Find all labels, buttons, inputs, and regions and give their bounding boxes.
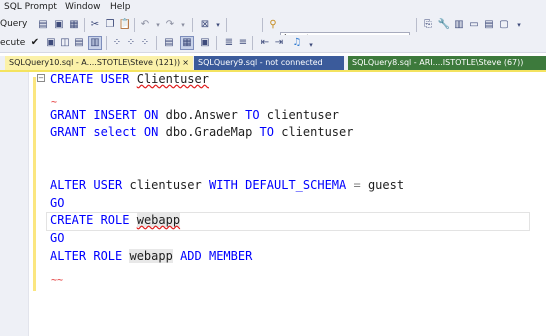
toolbar-separator: [134, 18, 135, 32]
object-name: dbo.Answer: [165, 108, 238, 122]
user-name: clientuser: [281, 125, 354, 139]
editor-margin: [0, 72, 29, 336]
tab-sqlquery10[interactable]: SQLQuery10.sql - A....STOTLE\Steve (121)…: [5, 56, 193, 70]
toolbar-separator: [262, 18, 263, 32]
parse-icon[interactable]: ◫: [58, 36, 72, 50]
toolbar-separator: [252, 36, 253, 50]
include-plan-icon[interactable]: ⁘: [110, 36, 124, 50]
paste-icon[interactable]: 📋: [118, 18, 132, 32]
user-name: clientuser: [266, 108, 340, 122]
document-tabs: SQLQuery10.sql - A....STOTLE\Steve (121)…: [0, 56, 546, 70]
operator: =: [353, 178, 361, 192]
sql-editor[interactable]: − CREATE USER Clientuser ~ GRANT INSERT …: [0, 72, 546, 336]
menu-help[interactable]: Help: [110, 2, 131, 12]
toolbar-separator: [192, 18, 193, 32]
keyword: ALTER ROLE: [50, 249, 123, 263]
window-icon[interactable]: ▢: [497, 18, 511, 32]
keyword: GRANT INSERT ON: [50, 108, 159, 122]
toolbar-separator: [226, 18, 227, 32]
specify-values-icon[interactable]: ♫: [290, 36, 304, 50]
keyword: GO: [50, 231, 65, 245]
toolbar-separator: [216, 36, 217, 50]
properties-icon[interactable]: ⎘: [421, 18, 435, 32]
keyword: TO: [245, 108, 260, 122]
user-name: clientuser: [129, 178, 202, 192]
execute-label[interactable]: ecute: [0, 38, 25, 48]
dropdown-icon[interactable]: ▾: [512, 18, 526, 32]
role-name: webapp: [136, 213, 181, 227]
undo-icon[interactable]: ↶: [138, 18, 152, 32]
keyword: TO: [259, 125, 274, 139]
menu-window[interactable]: Window: [65, 2, 101, 12]
collapse-icon[interactable]: −: [37, 74, 45, 82]
keyword: ADD MEMBER: [180, 249, 253, 263]
standard-toolbar: Query ▤ ▣ ▦ ✂ ❐ 📋 ↶ ▾ ↷ ▾ ⊠ ▾ ⚲ insert ▾…: [0, 15, 546, 46]
cut-icon[interactable]: ✂: [88, 18, 102, 32]
save-icon[interactable]: ▣: [52, 18, 66, 32]
toolbox-icon[interactable]: ▭: [467, 18, 481, 32]
keyword: CREATE USER: [50, 72, 130, 86]
client-stats-icon[interactable]: ⁘: [138, 36, 152, 50]
dropdown-icon[interactable]: ▾: [304, 38, 318, 52]
query-designer-icon[interactable]: ▥: [88, 36, 102, 50]
keyword: GRANT select ON: [50, 125, 159, 139]
query-label[interactable]: Query: [0, 19, 27, 29]
template-icon[interactable]: ▤: [482, 18, 496, 32]
find-icon[interactable]: ⚲: [266, 18, 280, 32]
toolbar-separator: [84, 18, 85, 32]
role-name: webapp: [129, 249, 173, 263]
new-query-icon[interactable]: ▤: [36, 18, 50, 32]
code-line-go-1[interactable]: GO: [50, 196, 64, 210]
results-grid-icon[interactable]: ▦: [180, 36, 194, 50]
stop-icon[interactable]: ▣: [44, 36, 58, 50]
code-line-grant-insert[interactable]: GRANT INSERT ON dbo.Answer TO clientuser: [50, 108, 339, 122]
execute-check-icon[interactable]: ✔: [28, 36, 42, 50]
copy-icon[interactable]: ❐: [103, 18, 117, 32]
code-line-grant-select[interactable]: GRANT select ON dbo.GradeMap TO clientus…: [50, 125, 353, 139]
solution-icon[interactable]: ⊠: [198, 18, 212, 32]
object-browser-icon[interactable]: ▥: [452, 18, 466, 32]
keyword: WITH DEFAULT_SCHEMA: [208, 178, 347, 192]
display-plan-icon[interactable]: ▤: [72, 36, 86, 50]
keyword: GO: [50, 196, 65, 210]
tab-label: SQLQuery10.sql - A....STOTLE\Steve (121)…: [9, 58, 181, 67]
outdent-icon[interactable]: ⇤: [258, 36, 272, 50]
tab-label: SQLQuery8.sql - ARI....ISTOTLE\Steve (67…: [352, 58, 524, 67]
code-line-go-2[interactable]: GO: [50, 231, 64, 245]
keyword: CREATE ROLE: [50, 213, 130, 227]
code-line-create-role[interactable]: CREATE ROLE webapp: [50, 213, 181, 227]
error-squiggle-marker: ~: [51, 97, 58, 108]
toolbar-separator: [416, 18, 417, 32]
menu-sql-prompt[interactable]: SQL Prompt: [4, 2, 57, 12]
wrench-icon[interactable]: 🔧: [437, 18, 451, 32]
code-line-alter-role[interactable]: ALTER ROLE webapp ADD MEMBER: [50, 249, 252, 263]
error-squiggle-marker: ~~: [51, 275, 64, 286]
save-all-icon[interactable]: ▦: [67, 18, 81, 32]
schema-name: guest: [367, 178, 405, 192]
uncomment-icon[interactable]: ≡: [236, 36, 250, 50]
object-name: dbo.GradeMap: [165, 125, 253, 139]
close-icon[interactable]: ×: [182, 56, 189, 70]
toolbar-separator: [156, 36, 157, 50]
change-tracking-bar: [33, 77, 36, 291]
code-line-alter-user[interactable]: ALTER USER clientuser WITH DEFAULT_SCHEM…: [50, 178, 404, 192]
redo-icon[interactable]: ↷: [163, 18, 177, 32]
live-stats-icon[interactable]: ⁘: [124, 36, 138, 50]
solution-dropdown-icon[interactable]: ▾: [211, 18, 225, 32]
tab-sqlquery8[interactable]: SQLQuery8.sql - ARI....ISTOTLE\Steve (67…: [348, 56, 546, 70]
indent-icon[interactable]: ⇥: [272, 36, 286, 50]
tab-sqlquery9[interactable]: SQLQuery9.sql - not connected: [194, 56, 344, 70]
redo-dropdown-icon[interactable]: ▾: [176, 18, 190, 32]
toolbar-separator: [106, 36, 107, 50]
results-text-icon[interactable]: ▤: [162, 36, 176, 50]
keyword: ALTER USER: [50, 178, 123, 192]
menu-bar: SQL Prompt Window Help: [0, 0, 546, 15]
identifier: Clientuser: [136, 72, 209, 86]
comment-icon[interactable]: ≣: [222, 36, 236, 50]
sql-editor-toolbar: ecute ✔ ▣ ◫ ▤ ▥ ⁘ ⁘ ⁘ ▤ ▦ ▣ ≣ ≡ ⇤ ⇥ ♫ ▾: [0, 35, 546, 53]
results-file-icon[interactable]: ▣: [198, 36, 212, 50]
tab-label: SQLQuery9.sql - not connected: [198, 58, 323, 67]
code-line-1[interactable]: CREATE USER Clientuser: [50, 72, 209, 86]
